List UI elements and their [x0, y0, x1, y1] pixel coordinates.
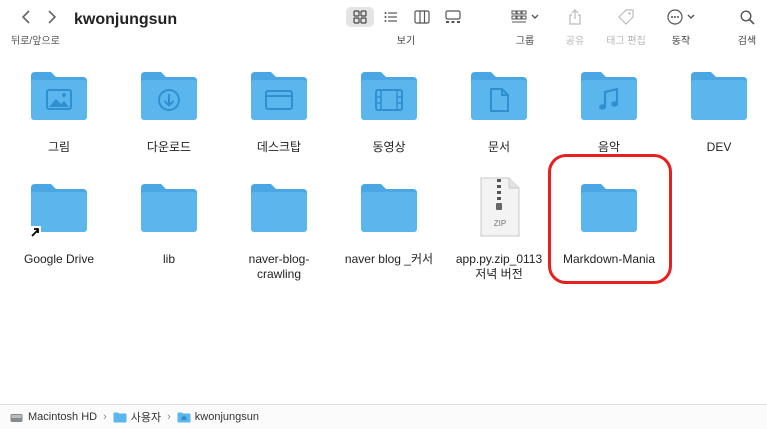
- action-button[interactable]: [666, 7, 696, 27]
- hard-drive-icon: [10, 413, 23, 422]
- view-label: 보기: [396, 36, 416, 47]
- list-icon: [384, 12, 397, 22]
- desktop-folder-icon: [251, 72, 307, 120]
- crumb-macintosh-hd[interactable]: Macintosh HD: [10, 411, 97, 423]
- share-icon: [569, 9, 581, 25]
- highlight-annotation: [548, 154, 672, 284]
- path-bar: Macintosh HD › 사용자 › kwonjungsun: [0, 404, 767, 429]
- folder-item-documents[interactable]: 문서: [446, 66, 552, 155]
- forward-button[interactable]: [43, 8, 61, 26]
- folder-item-pictures[interactable]: 그림: [6, 66, 112, 155]
- back-forward-label: 뒤로/앞으로: [11, 36, 60, 47]
- tag-edit-label: 태그 편집: [606, 36, 646, 47]
- folder-item-dev[interactable]: DEV: [666, 66, 767, 155]
- action-label: 동작: [671, 36, 691, 47]
- folder-icon: [361, 184, 417, 232]
- folder-item-lib[interactable]: lib: [116, 178, 222, 267]
- item-label: 그림: [47, 140, 71, 154]
- window-title: kwonjungsun: [74, 11, 178, 28]
- grid-icon: [353, 10, 367, 24]
- item-label: 동영상: [372, 140, 406, 154]
- item-label: Google Drive: [23, 252, 95, 266]
- folder-icon: [691, 72, 747, 120]
- crumb-label: Macintosh HD: [28, 411, 98, 423]
- chevron-right-icon: ›: [167, 411, 171, 423]
- group-button[interactable]: [508, 7, 542, 27]
- chevron-down-icon: [687, 14, 695, 19]
- back-button[interactable]: [17, 8, 35, 26]
- share-button[interactable]: [565, 7, 585, 27]
- crumb-label: kwonjungsun: [194, 411, 260, 423]
- folder-icon: [251, 184, 307, 232]
- chevron-down-icon: [531, 14, 539, 19]
- tag-icon: [618, 9, 634, 25]
- chevron-left-icon: [21, 10, 30, 24]
- list-view-button[interactable]: [380, 7, 402, 27]
- search-icon: [739, 9, 755, 25]
- search-button[interactable]: [737, 7, 757, 27]
- item-label: DEV: [706, 140, 732, 154]
- gallery-view-button[interactable]: [442, 7, 464, 27]
- finder-toolbar: 뒤로/앞으로 kwonjungsun 보기 그룹 공유 태그 편집 동작 검색: [0, 0, 767, 52]
- item-label: 문서: [487, 140, 511, 154]
- pictures-folder-icon: [31, 72, 87, 120]
- crumb-users[interactable]: 사용자: [113, 409, 161, 425]
- folder-item-google-drive[interactable]: Google Drive: [6, 178, 112, 267]
- folder-item-music[interactable]: 음악: [556, 66, 662, 155]
- folder-icon: [141, 184, 197, 232]
- folder-item-desktop[interactable]: 데스크탑: [226, 66, 332, 155]
- movies-folder-icon: [361, 72, 417, 120]
- music-folder-icon: [581, 72, 637, 120]
- item-label: 음악: [597, 140, 621, 154]
- downloads-folder-icon: [141, 72, 197, 120]
- folder-item-naver-blog-crawling[interactable]: naver-blog-crawling: [226, 178, 332, 282]
- alias-arrow-icon: [29, 226, 41, 238]
- columns-icon: [414, 10, 430, 24]
- crumb-home[interactable]: kwonjungsun: [177, 411, 259, 423]
- crumb-label: 사용자: [130, 412, 162, 424]
- search-label: 검색: [737, 36, 757, 47]
- item-label: lib: [162, 252, 175, 266]
- more-icon: [667, 9, 683, 25]
- item-label: 데스크탑: [256, 140, 302, 154]
- gallery-icon: [445, 10, 461, 23]
- item-label: app.py.zip_0113 저녁 버전: [455, 252, 543, 281]
- item-label: naver blog _커서: [344, 252, 434, 266]
- tag-edit-button[interactable]: [615, 7, 637, 27]
- icon-view-button[interactable]: [346, 7, 374, 27]
- zip-file-icon: ZIP: [480, 177, 520, 237]
- item-label: naver-blog-crawling: [248, 252, 310, 281]
- file-item-app-py-zip[interactable]: ZIP app.py.zip_0113 저녁 버전: [446, 177, 552, 282]
- home-folder-icon: [177, 412, 191, 422]
- group-label: 그룹: [515, 36, 535, 47]
- item-label: 다운로드: [146, 140, 192, 154]
- folder-item-movies[interactable]: 동영상: [336, 66, 442, 155]
- share-label: 공유: [565, 36, 585, 47]
- folder-item-downloads[interactable]: 다운로드: [116, 66, 222, 155]
- column-view-button[interactable]: [411, 7, 433, 27]
- documents-folder-icon: [471, 72, 527, 120]
- chevron-right-icon: ›: [103, 411, 107, 423]
- zip-badge-text: ZIP: [494, 219, 506, 228]
- chevron-right-icon: [48, 10, 57, 24]
- group-grid-icon: [511, 10, 527, 23]
- folder-icon: [113, 412, 127, 422]
- folder-item-naver-blog-cursor[interactable]: naver blog _커서: [336, 178, 442, 267]
